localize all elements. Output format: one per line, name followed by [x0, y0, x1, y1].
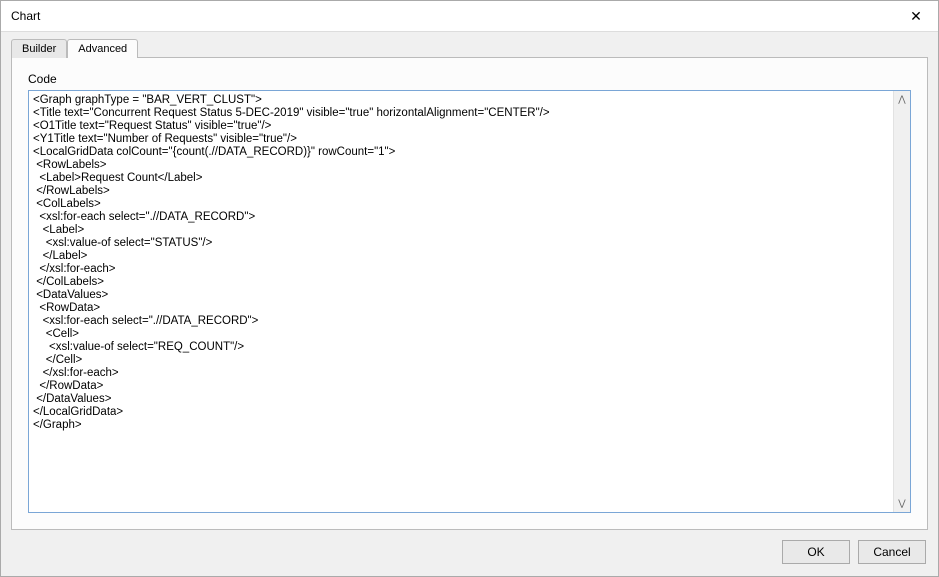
scroll-down-icon[interactable]: ⋁: [898, 495, 905, 512]
chart-dialog: Chart ✕ Builder Advanced Code ⋀ ⋁ OK Can…: [0, 0, 939, 577]
close-icon: ✕: [910, 8, 922, 25]
tab-strip: Builder Advanced: [11, 38, 928, 57]
tab-advanced[interactable]: Advanced: [67, 39, 138, 58]
tab-builder[interactable]: Builder: [11, 39, 67, 58]
dialog-footer: OK Cancel: [1, 530, 938, 576]
vertical-scrollbar[interactable]: ⋀ ⋁: [893, 91, 910, 512]
code-label: Code: [28, 72, 911, 86]
dialog-content: Builder Advanced Code ⋀ ⋁: [1, 32, 938, 530]
scroll-up-icon[interactable]: ⋀: [898, 91, 905, 108]
code-textarea[interactable]: [29, 91, 893, 512]
titlebar: Chart ✕: [1, 1, 938, 32]
window-title: Chart: [11, 9, 40, 23]
code-field-wrap: ⋀ ⋁: [28, 90, 911, 513]
ok-button[interactable]: OK: [782, 540, 850, 564]
cancel-button[interactable]: Cancel: [858, 540, 926, 564]
close-button[interactable]: ✕: [900, 5, 932, 27]
advanced-panel: Code ⋀ ⋁: [11, 57, 928, 530]
